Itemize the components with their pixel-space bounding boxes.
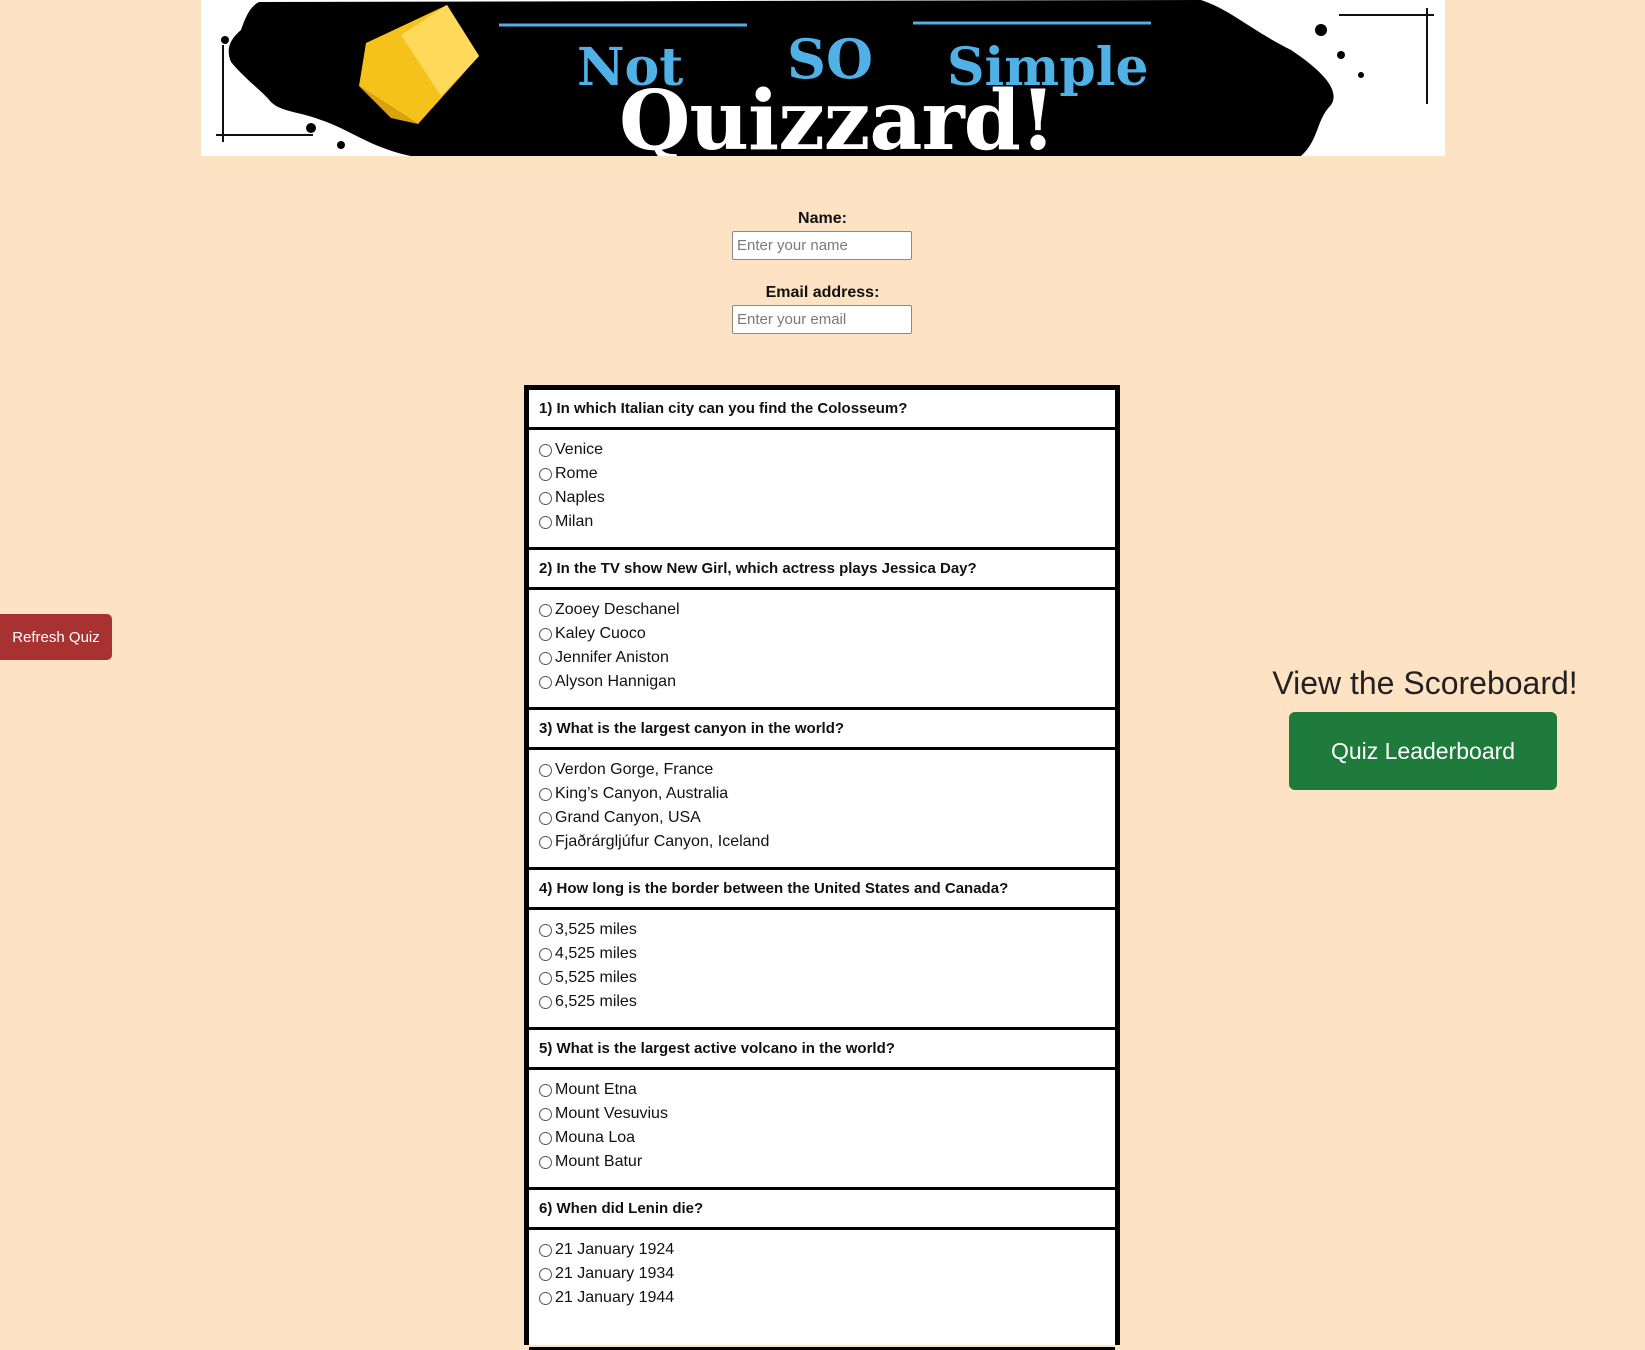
question-1-options: Venice Rome Naples Milan	[529, 430, 1115, 550]
answer-option[interactable]: 21 January 1944	[539, 1286, 1115, 1310]
answer-label: Kaley Cuoco	[555, 625, 646, 642]
name-label: Name:	[798, 210, 847, 227]
question-3: 3) What is the largest canyon in the wor…	[529, 710, 1115, 750]
radio-button[interactable]	[539, 627, 552, 641]
radio-button[interactable]	[539, 1267, 552, 1281]
question-6-options: 21 January 1924 21 January 1934 21 Janua…	[529, 1230, 1115, 1350]
answer-label: Fjaðrárgljúfur Canyon, Iceland	[555, 833, 770, 850]
refresh-quiz-button[interactable]: Refresh Quiz	[0, 614, 112, 660]
answer-label: 3,525 miles	[555, 921, 637, 938]
radio-button[interactable]	[539, 515, 552, 529]
radio-button[interactable]	[539, 923, 552, 937]
email-input[interactable]	[732, 305, 912, 334]
radio-button[interactable]	[539, 787, 552, 801]
answer-label: Alyson Hannigan	[555, 673, 676, 690]
name-input[interactable]	[732, 231, 912, 260]
banner-title-quizzard: Quizzard!	[619, 73, 1056, 156]
answer-option[interactable]: Alyson Hannigan	[539, 670, 1115, 694]
answer-label: Milan	[555, 513, 594, 530]
question-1: 1) In which Italian city can you find th…	[529, 390, 1115, 430]
answer-option[interactable]: Mount Vesuvius	[539, 1102, 1115, 1126]
answer-label: 21 January 1924	[555, 1241, 675, 1258]
question-6: 6) When did Lenin die?	[529, 1190, 1115, 1230]
radio-button[interactable]	[539, 1083, 552, 1097]
question-3-options: Verdon Gorge, France King’s Canyon, Aust…	[529, 750, 1115, 870]
answer-label: Mount Batur	[555, 1153, 643, 1170]
radio-button[interactable]	[539, 651, 552, 665]
answer-label: Zooey Deschanel	[555, 601, 680, 618]
answer-option[interactable]: 5,525 miles	[539, 966, 1115, 990]
answer-label: Naples	[555, 489, 605, 506]
answer-option[interactable]: Milan	[539, 510, 1115, 534]
answer-label: Mount Etna	[555, 1081, 637, 1098]
answer-option[interactable]: Mouna Loa	[539, 1126, 1115, 1150]
answer-option[interactable]: Jennifer Aniston	[539, 646, 1115, 670]
answer-option[interactable]: 21 January 1934	[539, 1262, 1115, 1286]
answer-label: 21 January 1934	[555, 1265, 675, 1282]
answer-option[interactable]: Venice	[539, 438, 1115, 462]
radio-button[interactable]	[539, 603, 552, 617]
radio-button[interactable]	[539, 1291, 552, 1305]
answer-option[interactable]: Grand Canyon, USA	[539, 806, 1115, 830]
answer-label: 21 January 1944	[555, 1289, 675, 1306]
answer-option[interactable]: Rome	[539, 462, 1115, 486]
quiz-banner: Not SO Simple Quizzard!	[201, 0, 1445, 156]
answer-label: Grand Canyon, USA	[555, 809, 701, 826]
radio-button[interactable]	[539, 995, 552, 1009]
answer-label: Mouna Loa	[555, 1129, 636, 1146]
answer-label: 6,525 miles	[555, 993, 637, 1010]
question-2-options: Zooey Deschanel Kaley Cuoco Jennifer Ani…	[529, 590, 1115, 710]
answer-option[interactable]: Verdon Gorge, France	[539, 758, 1115, 782]
answer-option[interactable]: 3,525 miles	[539, 918, 1115, 942]
radio-button[interactable]	[539, 811, 552, 825]
question-5-options: Mount Etna Mount Vesuvius Mouna Loa Moun…	[529, 1070, 1115, 1190]
answer-option[interactable]: 4,525 miles	[539, 942, 1115, 966]
radio-button[interactable]	[539, 835, 552, 849]
answer-option[interactable]: 21 January 1924	[539, 1238, 1115, 1262]
answer-option[interactable]: Zooey Deschanel	[539, 598, 1115, 622]
radio-button[interactable]	[539, 1107, 552, 1121]
answer-label: 5,525 miles	[555, 969, 637, 986]
email-label: Email address:	[765, 284, 880, 301]
answer-label: Jennifer Aniston	[555, 649, 669, 666]
answer-label: Mount Vesuvius	[555, 1105, 668, 1122]
scoreboard-heading: View the Scoreboard!	[1272, 665, 1578, 701]
radio-button[interactable]	[539, 763, 552, 777]
radio-button[interactable]	[539, 443, 552, 457]
quiz-leaderboard-button[interactable]: Quiz Leaderboard	[1289, 712, 1557, 790]
question-4: 4) How long is the border between the Un…	[529, 870, 1115, 910]
answer-option[interactable]: Kaley Cuoco	[539, 622, 1115, 646]
radio-button[interactable]	[539, 491, 552, 505]
radio-button[interactable]	[539, 971, 552, 985]
answer-option[interactable]: King’s Canyon, Australia	[539, 782, 1115, 806]
radio-button[interactable]	[539, 1243, 552, 1257]
radio-button[interactable]	[539, 675, 552, 689]
answer-option[interactable]: Mount Batur	[539, 1150, 1115, 1174]
radio-button[interactable]	[539, 1131, 552, 1145]
answer-option[interactable]: Mount Etna	[539, 1078, 1115, 1102]
radio-button[interactable]	[539, 467, 552, 481]
answer-label: King’s Canyon, Australia	[555, 785, 729, 802]
radio-button[interactable]	[539, 1155, 552, 1169]
answer-option[interactable]: Fjaðrárgljúfur Canyon, Iceland	[539, 830, 1115, 854]
question-5: 5) What is the largest active volcano in…	[529, 1030, 1115, 1070]
radio-button[interactable]	[539, 947, 552, 961]
answer-label: 4,525 miles	[555, 945, 637, 962]
answer-option[interactable]: Naples	[539, 486, 1115, 510]
quiz-container: 1) In which Italian city can you find th…	[524, 385, 1120, 1350]
question-2: 2) In the TV show New Girl, which actres…	[529, 550, 1115, 590]
answer-label: Venice	[555, 441, 604, 458]
question-4-options: 3,525 miles 4,525 miles 5,525 miles 6,52…	[529, 910, 1115, 1030]
answer-label: Rome	[555, 465, 598, 482]
answer-label: Verdon Gorge, France	[555, 761, 714, 778]
answer-option[interactable]: 6,525 miles	[539, 990, 1115, 1014]
